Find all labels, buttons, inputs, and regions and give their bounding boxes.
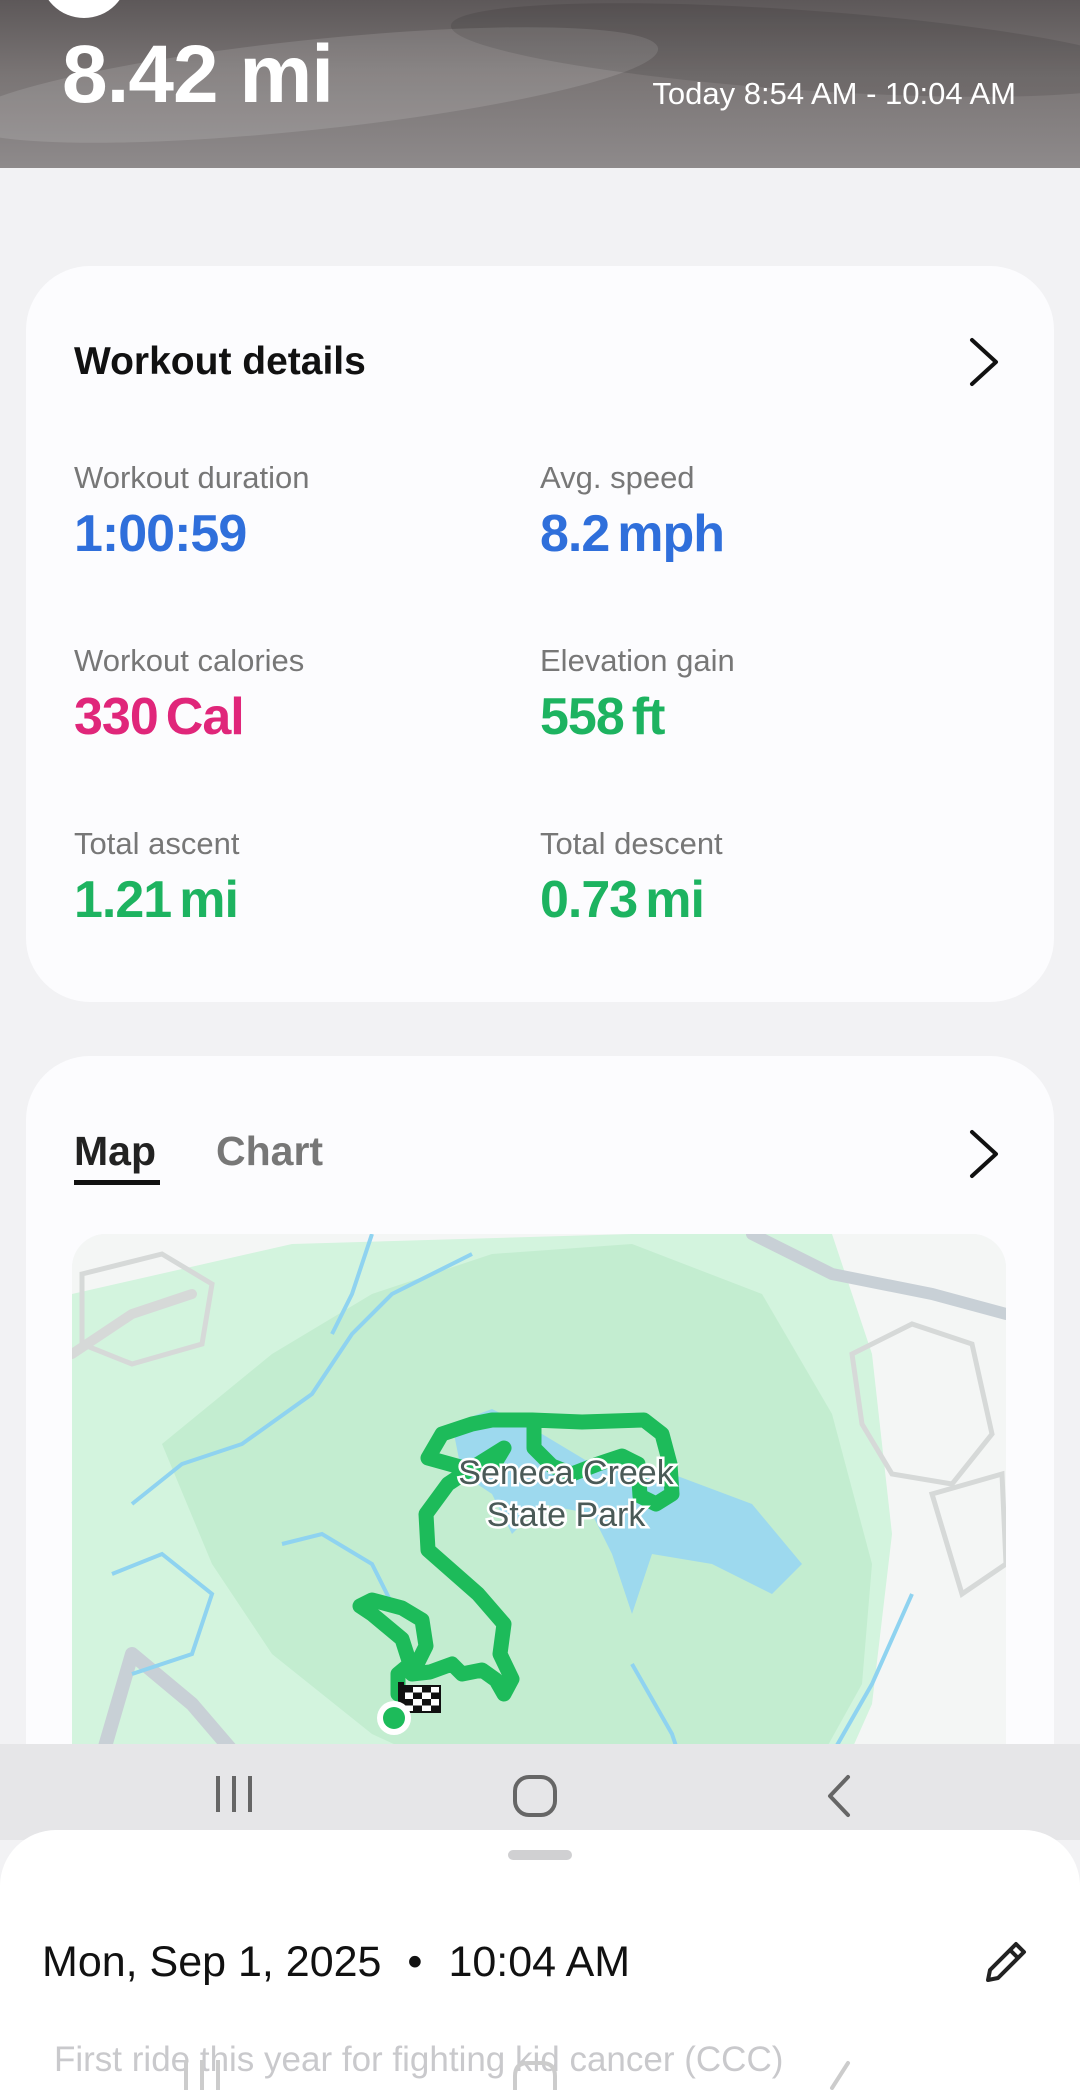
back-icon[interactable] [822, 1774, 856, 1818]
card-title: Workout details [74, 340, 366, 383]
tab-chart[interactable]: Chart [216, 1128, 323, 1175]
metric-workout-duration: Workout duration 1:00:59 [74, 460, 310, 563]
park-label-line1: Seneca Creek [458, 1454, 674, 1492]
metric-total-descent: Total descent 0.73 mi [540, 826, 723, 929]
system-navigation-bar [0, 1744, 1080, 1840]
edit-icon[interactable] [980, 1936, 1032, 1988]
workout-details-card[interactable]: Workout details Workout duration 1:00:59… [26, 266, 1054, 1002]
faded-home-icon [513, 2061, 557, 2090]
home-icon[interactable] [512, 1774, 558, 1818]
chevron-right-icon[interactable] [960, 334, 1008, 390]
workout-header: 8.42 mi Today 8:54 AM - 10:04 AM [0, 0, 1080, 168]
faded-back-icon [830, 2061, 850, 2090]
tab-selected-indicator [74, 1180, 160, 1185]
metric-avg-speed: Avg. speed 8.2 mph [540, 460, 725, 563]
avatar[interactable] [40, 0, 128, 18]
park-label-line2: State Park [487, 1496, 647, 1534]
tab-map[interactable]: Map [74, 1128, 156, 1175]
chevron-right-icon[interactable] [960, 1126, 1008, 1182]
metric-workout-calories: Workout calories 330 Cal [74, 643, 305, 746]
metric-elevation-gain: Elevation gain 558 ft [540, 643, 735, 746]
total-distance: 8.42 mi [62, 29, 334, 120]
recent-apps-icon[interactable] [212, 1774, 256, 1814]
workout-time-range: Today 8:54 AM - 10:04 AM [652, 76, 1016, 111]
workout-note[interactable]: First ride this year for fighting kid ca… [54, 2040, 783, 2080]
bottom-sheet[interactable]: Mon, Sep 1, 2025 • 10:04 AM First ride t… [0, 1830, 1080, 2090]
workout-date-time: Mon, Sep 1, 2025 • 10:04 AM [42, 1938, 631, 1986]
faded-recent-apps-icon [184, 2060, 220, 2090]
drag-handle[interactable] [508, 1850, 572, 1860]
metric-total-ascent: Total ascent 1.21 mi [74, 826, 240, 929]
